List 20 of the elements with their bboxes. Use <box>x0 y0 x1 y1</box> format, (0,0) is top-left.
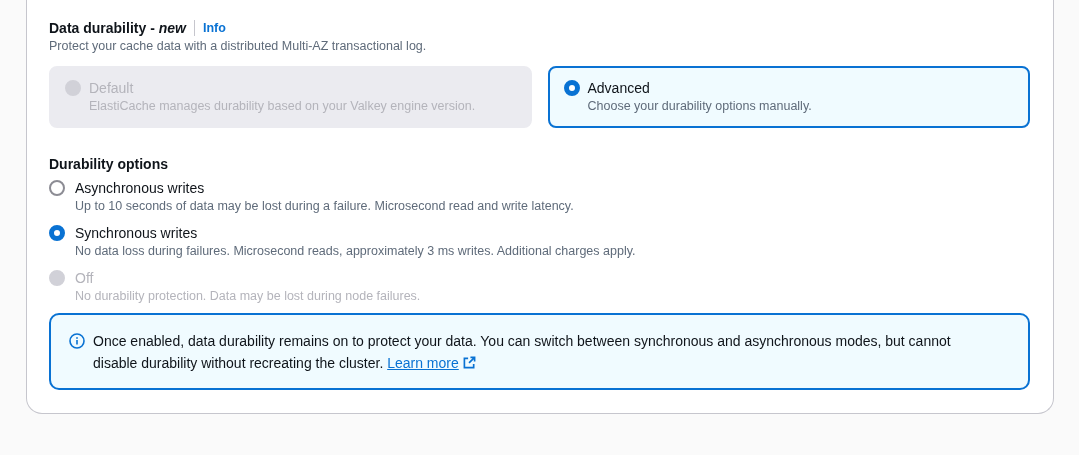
radio-button[interactable] <box>49 180 65 196</box>
info-icon <box>69 333 85 349</box>
option-label: Asynchronous writes <box>75 179 206 198</box>
radio-button[interactable] <box>563 80 580 96</box>
option-label: Synchronous writes <box>75 224 199 243</box>
option-description: Up to 10 seconds of data may be lost during a failure. Microsecond read and write latency. <box>75 198 574 215</box>
alert-text: Once enabled, data durability remains on to protect your data. You can switch between synchronous and asynchronous modes, but cannot disable durability without recreating the cluster. Learn more <box>93 332 952 373</box>
option-description: No data loss during failures. Microsecond reads, approximately 3 ms writes. Additional charges apply. <box>75 243 636 260</box>
mode-description: Choose your durability options manually. <box>587 98 812 115</box>
info-link[interactable]: Info <box>202 21 226 35</box>
section-description: Protect your cache data with a distributed Multi-AZ transactional log. <box>49 38 428 55</box>
option-label: Off <box>75 269 95 288</box>
mode-label: Advanced <box>587 79 651 98</box>
radio-button[interactable] <box>49 225 65 241</box>
options-title: Durability options <box>49 155 169 174</box>
section-title: Data durability - new <box>49 19 186 38</box>
learn-more-link[interactable]: Learn more <box>387 355 476 371</box>
option-description: No durability protection. Data may be lost during node failures. <box>75 288 421 305</box>
external-link-icon <box>462 356 476 369</box>
mode-tile[interactable]: Advanced Choose your durability options manually. <box>547 66 1030 128</box>
